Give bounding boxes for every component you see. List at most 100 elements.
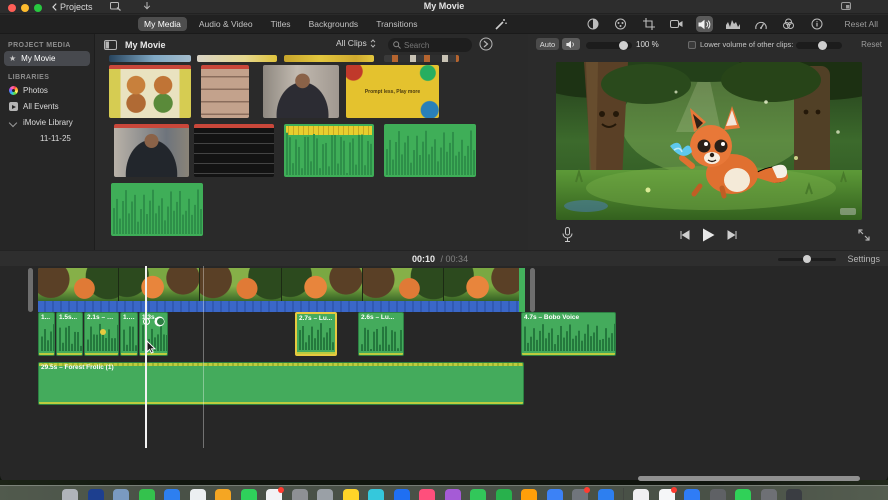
reset-all-button[interactable]: Reset All [844, 19, 878, 29]
dock-app-icon[interactable] [495, 489, 512, 500]
browser-forward-icon[interactable] [479, 37, 493, 51]
timeline-audio-clip[interactable]: 4.7s – Bobo Voice [521, 312, 616, 356]
timeline-audio-clip[interactable]: 2.6s – Lu... [358, 312, 404, 356]
clip-filter-icon[interactable] [780, 16, 797, 32]
dock-app-icon[interactable] [735, 489, 751, 500]
dock-app-icon[interactable] [684, 489, 700, 500]
sidebar-library-item[interactable]: All Events [4, 99, 90, 114]
timeline-audio-clip[interactable]: 2.7s – Lu... [295, 312, 337, 356]
mute-speaker-button[interactable] [562, 38, 580, 50]
dock-app-icon[interactable] [709, 489, 726, 500]
dock-app-icon[interactable] [291, 489, 308, 500]
search-field[interactable] [388, 38, 472, 52]
media-thumbnail[interactable] [384, 124, 476, 177]
playhead[interactable] [145, 266, 147, 448]
next-frame-button[interactable] [727, 230, 738, 240]
noise-reduction-icon[interactable] [724, 16, 741, 32]
dock-app-icon[interactable] [240, 489, 257, 500]
stabilization-icon[interactable] [668, 16, 685, 32]
dock-app-icon[interactable] [164, 489, 180, 500]
dock-app-icon[interactable] [546, 489, 563, 500]
volume-slider[interactable] [586, 41, 632, 50]
dock-app-icon[interactable] [87, 489, 104, 500]
media-thumbnail[interactable] [263, 65, 339, 118]
dock-app-icon[interactable] [266, 487, 284, 500]
dock-app-icon[interactable] [189, 489, 206, 500]
media-tab[interactable]: Titles [265, 17, 297, 31]
sidebar-library-item[interactable]: 11-11-25 [4, 131, 90, 146]
dock-app-icon[interactable] [419, 489, 435, 500]
sidebar-library-item[interactable]: iMovie Library [4, 115, 90, 130]
dock-app-icon[interactable] [368, 489, 384, 500]
media-thumbnail[interactable] [384, 55, 459, 62]
dock-app-icon[interactable] [113, 489, 129, 500]
previous-frame-button[interactable] [679, 230, 690, 240]
timeline-audio-clip[interactable]: 1... [38, 312, 55, 356]
media-tab[interactable]: Backgrounds [303, 17, 365, 31]
reset-volume-button[interactable]: Reset [861, 40, 882, 49]
dock-app-icon[interactable] [215, 489, 231, 500]
sidebar-library-item[interactable]: Photos [4, 83, 90, 98]
timeline-audio-clip[interactable]: 1.5s... [56, 312, 83, 356]
speed-icon[interactable] [752, 16, 769, 32]
clips-filter-dropdown[interactable]: All Clips [336, 38, 376, 48]
dock-app-icon[interactable] [623, 488, 624, 500]
media-tab[interactable]: Audio & Video [193, 17, 259, 31]
dock-app-icon[interactable] [393, 489, 410, 500]
media-thumbnail[interactable] [197, 55, 277, 62]
clip-label: 4.7s – Bobo Voice [524, 314, 580, 321]
lower-volume-knob[interactable] [818, 41, 827, 50]
media-thumbnail[interactable] [111, 183, 203, 236]
timeline-audio-clip[interactable]: 1.2... [120, 312, 138, 356]
dock-app-icon[interactable] [597, 489, 614, 500]
clip-info-icon[interactable] [808, 16, 825, 32]
media-thumbnail[interactable] [284, 55, 374, 62]
enhance-wand-icon[interactable] [495, 18, 507, 30]
color-balance-icon[interactable] [584, 16, 601, 32]
media-thumbnail[interactable] [109, 65, 191, 118]
media-tab[interactable]: My Media [138, 17, 187, 31]
play-button[interactable] [702, 228, 715, 242]
zoom-slider-knob[interactable] [803, 255, 811, 263]
media-thumbnail[interactable] [284, 124, 374, 177]
dock-app-icon[interactable] [786, 489, 802, 500]
sidebar-item-my-movie[interactable]: ★ My Movie [4, 51, 90, 66]
dock-app-icon[interactable] [138, 489, 155, 500]
fullscreen-icon[interactable] [858, 229, 870, 241]
media-thumbnail[interactable] [201, 65, 249, 118]
volume-slider-knob[interactable] [619, 41, 628, 50]
dock-app-icon[interactable] [62, 489, 78, 500]
media-thumbnail[interactable] [109, 55, 191, 62]
timeline-settings-button[interactable]: Settings [847, 254, 880, 264]
dock-app-icon[interactable] [317, 489, 333, 500]
trim-handle-left[interactable] [28, 268, 33, 312]
volume-icon[interactable] [696, 16, 713, 32]
media-thumbnail[interactable] [194, 124, 274, 177]
dock-app-icon[interactable] [444, 489, 461, 500]
timeline-audio-clip[interactable]: 2.1s – L... [84, 312, 119, 356]
media-thumbnail[interactable]: Prompt less, Play more [346, 65, 439, 118]
timeline-zoom-slider[interactable] [778, 255, 836, 263]
dock-app-icon[interactable] [572, 487, 590, 500]
dock-app-icon[interactable] [470, 489, 486, 500]
search-input[interactable] [404, 40, 464, 50]
video-audio-track[interactable] [38, 301, 525, 312]
layout-icon[interactable] [841, 2, 851, 10]
sidebar-toggle-icon[interactable] [104, 40, 117, 50]
dock-app-icon[interactable] [342, 489, 359, 500]
timeline-horizontal-scrollbar[interactable] [638, 476, 860, 481]
lower-volume-slider[interactable] [796, 41, 842, 50]
lower-volume-checkbox[interactable] [688, 41, 696, 49]
trim-handle-right[interactable] [530, 268, 535, 312]
background-music-clip[interactable]: 29.5s – Forest Frolic (1) [38, 362, 524, 405]
media-tab[interactable]: Transitions [370, 17, 423, 31]
color-correction-icon[interactable] [612, 16, 629, 32]
crop-icon[interactable] [640, 16, 657, 32]
dock-app-icon[interactable] [658, 487, 677, 500]
dock-app-icon[interactable] [760, 489, 777, 500]
video-clip-filmstrip[interactable] [38, 268, 525, 301]
media-thumbnail[interactable] [114, 124, 189, 177]
dock-app-icon[interactable] [633, 489, 649, 500]
auto-volume-button[interactable]: Auto [536, 38, 559, 50]
dock-app-icon[interactable] [521, 489, 537, 500]
